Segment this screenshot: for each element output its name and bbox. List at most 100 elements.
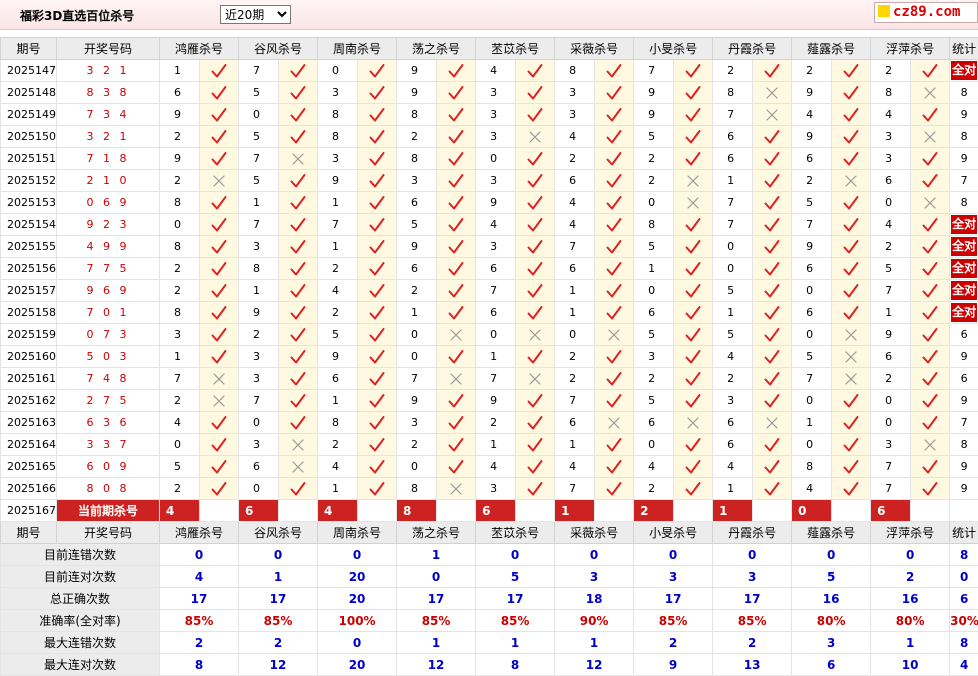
check-icon: [606, 217, 622, 233]
pick-cell: 2: [871, 368, 911, 390]
stats-value: 2: [871, 566, 950, 588]
pick-cell: 7: [555, 236, 595, 258]
result-mark-cell: [279, 148, 318, 170]
stats-value: 0: [871, 544, 950, 566]
pick-cell: 6: [555, 170, 595, 192]
table-row: 20251488 3 865393398988: [1, 82, 978, 104]
result-mark-cell: [279, 280, 318, 302]
stats-label: 最大连对次数: [1, 654, 160, 676]
result-mark-cell: [200, 478, 239, 500]
pick-cell: 1: [397, 302, 437, 324]
result-mark-cell: [753, 346, 792, 368]
pick-cell: 1: [713, 302, 753, 324]
pick-cell: 0: [239, 104, 279, 126]
result-mark-cell: [911, 324, 950, 346]
check-icon: [448, 85, 464, 101]
col-header-expert: 周南杀号: [318, 522, 397, 544]
check-icon: [922, 107, 938, 123]
current-empty-cell: [674, 500, 713, 522]
stats-value: 2: [239, 632, 318, 654]
win-number-cell: 5 0 3: [57, 346, 160, 368]
cross-icon: [922, 437, 938, 453]
stats-value: 85%: [239, 610, 318, 632]
pick-cell: 0: [871, 412, 911, 434]
period-select[interactable]: 近20期: [220, 5, 291, 24]
result-mark-cell: [595, 192, 634, 214]
pick-cell: 8: [713, 82, 753, 104]
check-icon: [290, 415, 306, 431]
current-empty-cell: [358, 500, 397, 522]
check-icon: [369, 283, 385, 299]
correct-count-cell: 9: [950, 456, 978, 478]
stats-value: 0: [239, 544, 318, 566]
check-icon: [527, 151, 543, 167]
current-pick-cell: 0: [792, 500, 832, 522]
check-icon: [527, 63, 543, 79]
stats-value: 85%: [634, 610, 713, 632]
check-icon: [606, 151, 622, 167]
page-title: 福彩3D直选百位杀号: [20, 7, 134, 24]
pick-cell: 2: [318, 434, 358, 456]
all-correct-cell: 全对: [950, 302, 978, 324]
issue-cell: 2025166: [1, 478, 57, 500]
pick-cell: 4: [871, 104, 911, 126]
result-mark-cell: [832, 280, 871, 302]
result-mark-cell: [200, 368, 239, 390]
result-mark-cell: [200, 434, 239, 456]
result-mark-cell: [911, 236, 950, 258]
logo-text: cz89.com: [893, 4, 960, 20]
check-icon: [211, 459, 227, 475]
pick-cell: 9: [871, 324, 911, 346]
pick-cell: 4: [792, 104, 832, 126]
result-mark-cell: [358, 434, 397, 456]
result-mark-cell: [279, 258, 318, 280]
issue-cell: 2025148: [1, 82, 57, 104]
pick-cell: 0: [713, 236, 753, 258]
pick-cell: 1: [239, 192, 279, 214]
check-icon: [685, 371, 701, 387]
check-icon: [448, 173, 464, 189]
pick-cell: 3: [239, 434, 279, 456]
result-mark-cell: [595, 412, 634, 434]
issue-cell: 2025152: [1, 170, 57, 192]
win-number-cell: 8 0 8: [57, 478, 160, 500]
result-mark-cell: [279, 214, 318, 236]
check-icon: [764, 393, 780, 409]
result-mark-cell: [674, 60, 713, 82]
pick-cell: 1: [555, 302, 595, 324]
check-icon: [290, 173, 306, 189]
check-icon: [685, 261, 701, 277]
pick-cell: 8: [239, 258, 279, 280]
col-header-expert: 薤露杀号: [792, 522, 871, 544]
check-icon: [369, 217, 385, 233]
result-mark-cell: [595, 170, 634, 192]
col-header-expert: 谷风杀号: [239, 522, 318, 544]
pick-cell: 7: [792, 214, 832, 236]
win-number-cell: 9 2 3: [57, 214, 160, 236]
result-mark-cell: [753, 236, 792, 258]
stats-value: 17: [239, 588, 318, 610]
pick-cell: 5: [792, 192, 832, 214]
result-mark-cell: [358, 82, 397, 104]
check-icon: [211, 85, 227, 101]
pick-cell: 2: [397, 280, 437, 302]
pick-cell: 6: [871, 170, 911, 192]
check-icon: [764, 283, 780, 299]
check-icon: [369, 173, 385, 189]
result-mark-cell: [595, 434, 634, 456]
win-number-cell: 3 3 7: [57, 434, 160, 456]
cross-icon: [843, 349, 859, 365]
result-mark-cell: [358, 148, 397, 170]
pick-cell: 0: [634, 434, 674, 456]
site-logo[interactable]: cz89.com: [874, 2, 978, 23]
pick-cell: 2: [713, 60, 753, 82]
result-mark-cell: [595, 456, 634, 478]
cross-icon: [448, 481, 464, 497]
pick-cell: 8: [318, 104, 358, 126]
column-header-row: 期号开奖号码鸿雁杀号谷风杀号周南杀号荡之杀号苤苡杀号采薇杀号小旻杀号丹霞杀号薤露…: [1, 38, 978, 60]
stats-value: 8: [160, 654, 239, 676]
result-mark-cell: [832, 236, 871, 258]
cross-icon: [606, 327, 622, 343]
result-mark-cell: [753, 104, 792, 126]
result-mark-cell: [437, 302, 476, 324]
